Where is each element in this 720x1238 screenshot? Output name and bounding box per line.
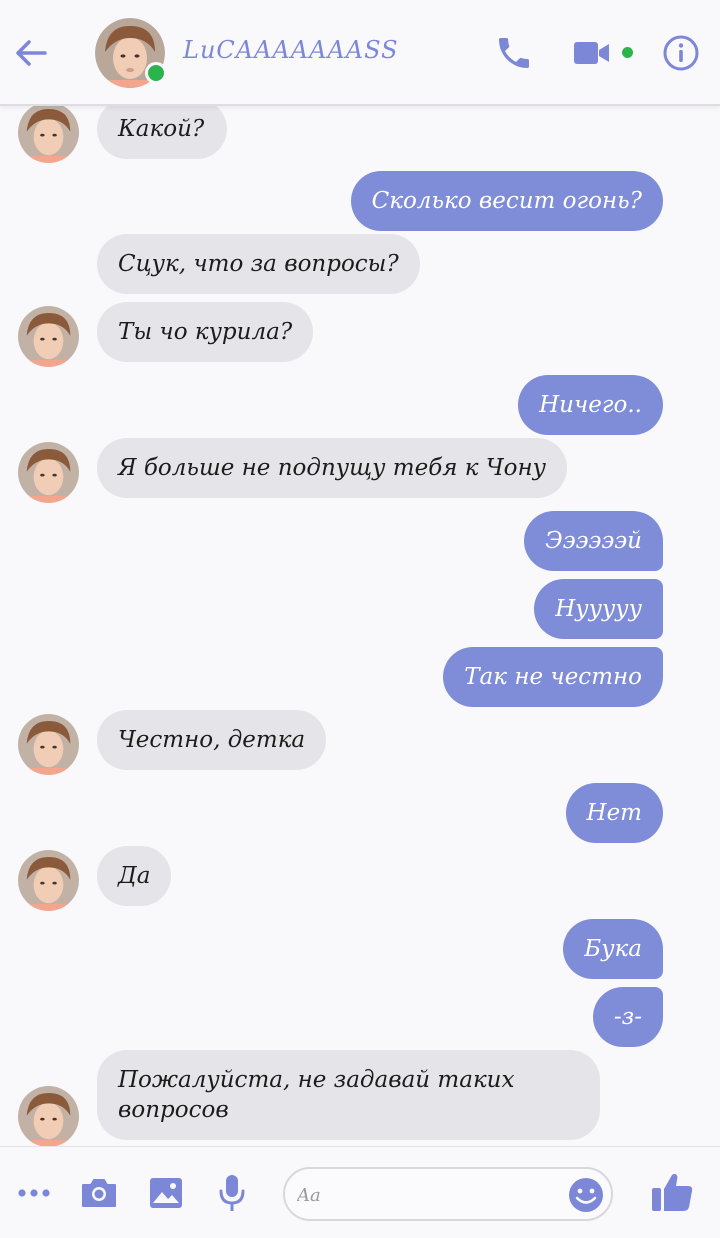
incoming-message[interactable]: Да	[97, 846, 172, 906]
incoming-message[interactable]: Какой?	[97, 99, 227, 159]
info-icon	[663, 35, 699, 71]
incoming-message[interactable]: Сцук, что за вопросы?	[97, 234, 420, 294]
emoji-button[interactable]	[567, 1176, 605, 1214]
contact-avatar-small[interactable]	[18, 714, 79, 775]
outgoing-message[interactable]: Нет	[565, 783, 663, 843]
outgoing-message[interactable]: Так не честно	[443, 647, 663, 707]
back-arrow-icon	[16, 40, 47, 66]
contact-avatar-small[interactable]	[18, 442, 79, 503]
thumbs-up-icon	[652, 1173, 693, 1211]
more-button[interactable]	[14, 1175, 54, 1211]
incoming-message[interactable]: Ты чо курила?	[97, 302, 314, 362]
voice-button[interactable]	[212, 1171, 252, 1215]
video-status-dot	[622, 47, 633, 58]
microphone-icon	[219, 1175, 245, 1211]
video-call-button[interactable]	[572, 36, 612, 70]
gallery-button[interactable]	[146, 1174, 186, 1212]
outgoing-message[interactable]: Ничего..	[518, 375, 663, 435]
info-button[interactable]	[661, 33, 701, 73]
outgoing-message[interactable]: Сколько весит огонь?	[350, 171, 663, 231]
more-icon	[18, 1189, 50, 1197]
outgoing-message[interactable]: Ээээээй	[524, 511, 663, 571]
image-icon	[150, 1178, 182, 1208]
outgoing-message[interactable]: Бука	[563, 919, 663, 979]
contact-avatar-small[interactable]	[18, 102, 79, 163]
incoming-message[interactable]: Я больше не подпущу тебя к Чону	[97, 438, 567, 498]
message-input-box[interactable]	[283, 1167, 613, 1221]
online-status-dot	[145, 62, 167, 84]
camera-button[interactable]	[79, 1175, 119, 1211]
message-input[interactable]	[297, 1181, 567, 1209]
emoji-icon	[569, 1178, 603, 1212]
contact-avatar-small[interactable]	[18, 1086, 79, 1147]
like-button[interactable]	[648, 1169, 696, 1215]
outgoing-message[interactable]: Нууууу	[534, 579, 663, 639]
back-button[interactable]	[10, 32, 52, 74]
call-button[interactable]	[494, 33, 534, 73]
contact-name[interactable]: LuCAAAAAAASS	[183, 36, 399, 64]
incoming-message[interactable]: Честно, детка	[97, 710, 327, 770]
camera-icon	[82, 1179, 116, 1207]
contact-avatar[interactable]	[95, 18, 167, 88]
incoming-message[interactable]: Пожалуйста, не задавай таких вопросов	[97, 1050, 600, 1140]
chat-header: LuCAAAAAAASS	[0, 0, 720, 106]
message-composer	[0, 1146, 720, 1238]
phone-icon	[499, 38, 529, 68]
outgoing-message[interactable]: -з-	[592, 987, 663, 1047]
contact-avatar-small[interactable]	[18, 850, 79, 911]
contact-avatar-small[interactable]	[18, 306, 79, 367]
video-camera-icon	[574, 42, 609, 64]
